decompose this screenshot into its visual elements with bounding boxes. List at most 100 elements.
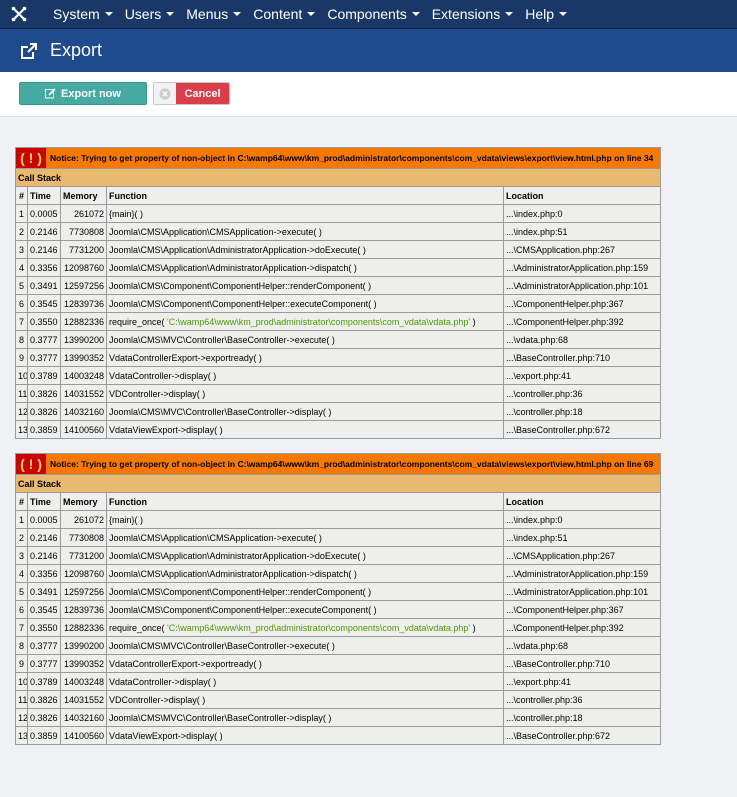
cell-time: 0.3789 [27,366,61,385]
cell-location: ...\AdministratorApplication.php:101 [503,582,661,601]
table-row: 6 0.3545 12839736 Joomla\CMS\Component\Comp… [15,600,661,619]
cell-index: 11 [15,690,28,709]
cell-time: 0.3826 [27,402,61,421]
cell-location: ...\controller.php:18 [503,402,661,421]
notice-message: Notice: Trying to get property of non-ob… [50,459,654,469]
table-row: 4 0.3356 12098760 Joomla\CMS\Application\Ad… [15,564,661,583]
cell-memory: 14031552 [60,690,107,709]
menu-system[interactable]: System [53,6,113,22]
cell-location: ...\CMSApplication.php:267 [503,240,661,259]
cell-memory: 14100560 [60,420,107,439]
menu-extensions[interactable]: Extensions [432,6,514,22]
cell-memory: 12098760 [60,258,107,277]
cell-function: require_once( 'C:\wamp64\www\km_prod\adm… [106,312,504,331]
cell-location: ...\index.php:0 [503,510,661,529]
cell-index: 7 [15,312,28,331]
cell-memory: 12839736 [60,294,107,313]
cell-location: ...\index.php:0 [503,204,661,223]
menu-components[interactable]: Components [327,6,420,22]
page-header: Export [0,29,737,72]
call-stack-label: Call Stack [15,474,661,493]
table-row: 9 0.3777 13990352 VdataControllerExport->ex… [15,348,661,367]
menu-content[interactable]: Content [253,6,316,22]
cell-memory: 12882336 [60,312,107,331]
cell-time: 0.3545 [27,294,61,313]
cell-location: ...\vdata.php:68 [503,636,661,655]
cell-time: 0.3826 [27,690,61,709]
table-row: 7 0.3550 12882336 require_once( 'C:\wamp64\… [15,312,661,331]
cell-time: 0.3550 [27,312,61,331]
cell-memory: 14100560 [60,726,107,745]
php-notice-1: ( ! ) Notice: Trying to get property of … [15,147,661,439]
cell-location: ...\ComponentHelper.php:367 [503,600,661,619]
export-icon [21,42,37,59]
table-row: 9 0.3777 13990352 VdataControllerExport->ex… [15,654,661,673]
menu-menus[interactable]: Menus [186,6,242,22]
caret-down-icon [233,12,242,16]
export-now-button[interactable]: Export now [19,82,147,105]
cell-index: 8 [15,636,28,655]
menu-users[interactable]: Users [125,6,175,22]
cell-function: Joomla\CMS\MVC\Controller\BaseController… [106,330,504,349]
caret-down-icon [559,12,567,16]
cell-function: Joomla\CMS\Application\AdministratorAppl… [106,564,504,583]
joomla-logo-icon[interactable] [0,0,38,28]
cell-function: {main}( ) [106,510,504,529]
cell-function: Joomla\CMS\Application\CMSApplication->e… [106,222,504,241]
menu-help[interactable]: Help [525,6,567,22]
cell-index: 9 [15,654,28,673]
table-row: 12 0.3826 14032160 Joomla\CMS\MVC\Controlle… [15,402,661,421]
cell-function: Joomla\CMS\Component\ComponentHelper::re… [106,582,504,601]
cell-location: ...\AdministratorApplication.php:159 [503,258,661,277]
table-header: # Time Memory Function Location [15,186,661,205]
cell-index: 3 [15,240,28,259]
cell-location: ...\BaseController.php:672 [503,420,661,439]
cell-time: 0.2146 [27,546,61,565]
table-row: 11 0.3826 14031552 VDController->display( )… [15,384,661,403]
cell-index: 10 [15,672,28,691]
cell-location: ...\BaseController.php:672 [503,726,661,745]
cancel-button[interactable]: Cancel [153,82,230,105]
cell-memory: 261072 [60,204,107,223]
cell-index: 1 [15,204,28,223]
cell-function: Joomla\CMS\Application\AdministratorAppl… [106,258,504,277]
cell-memory: 14032160 [60,402,107,421]
cell-memory: 7730808 [60,528,107,547]
table-row: 10 0.3789 14003248 VdataController->display… [15,366,661,385]
caret-down-icon [166,12,175,16]
table-row: 12 0.3826 14032160 Joomla\CMS\MVC\Controlle… [15,708,661,727]
cell-memory: 261072 [60,510,107,529]
caret-down-icon [307,12,316,16]
cell-index: 11 [15,384,28,403]
table-header: # Time Memory Function Location [15,492,661,511]
cell-index: 2 [15,528,28,547]
cell-time: 0.3777 [27,330,61,349]
cell-location: ...\export.php:41 [503,366,661,385]
toolbar: Export now Cancel [0,72,737,117]
cell-index: 2 [15,222,28,241]
cell-memory: 13990352 [60,654,107,673]
cell-function: VdataViewExport->display( ) [106,726,504,745]
cell-function: Joomla\CMS\MVC\Controller\BaseController… [106,402,504,421]
table-row: 4 0.3356 12098760 Joomla\CMS\Application\Ad… [15,258,661,277]
cell-memory: 12597256 [60,582,107,601]
cell-time: 0.0005 [27,204,61,223]
cell-function: Joomla\CMS\Application\CMSApplication->e… [106,528,504,547]
notice-bar: ( ! ) Notice: Trying to get property of … [15,453,661,475]
cell-memory: 7730808 [60,222,107,241]
table-row: 8 0.3777 13990200 Joomla\CMS\MVC\Controller… [15,330,661,349]
cell-index: 10 [15,366,28,385]
cell-time: 0.3491 [27,276,61,295]
cell-time: 0.3859 [27,726,61,745]
call-stack-table: ( ! ) Notice: Trying to get property of … [15,453,661,745]
cancel-icon [154,83,176,104]
cell-function: Joomla\CMS\Component\ComponentHelper::re… [106,276,504,295]
call-stack-label: Call Stack [15,168,661,187]
table-row: 7 0.3550 12882336 require_once( 'C:\wamp64\… [15,618,661,637]
cell-index: 13 [15,420,28,439]
table-row: 2 0.2146 7730808 Joomla\CMS\Application\CMS… [15,528,661,547]
cell-memory: 13990352 [60,348,107,367]
cell-time: 0.3777 [27,636,61,655]
cell-location: ...\AdministratorApplication.php:159 [503,564,661,583]
cell-location: ...\BaseController.php:710 [503,654,661,673]
